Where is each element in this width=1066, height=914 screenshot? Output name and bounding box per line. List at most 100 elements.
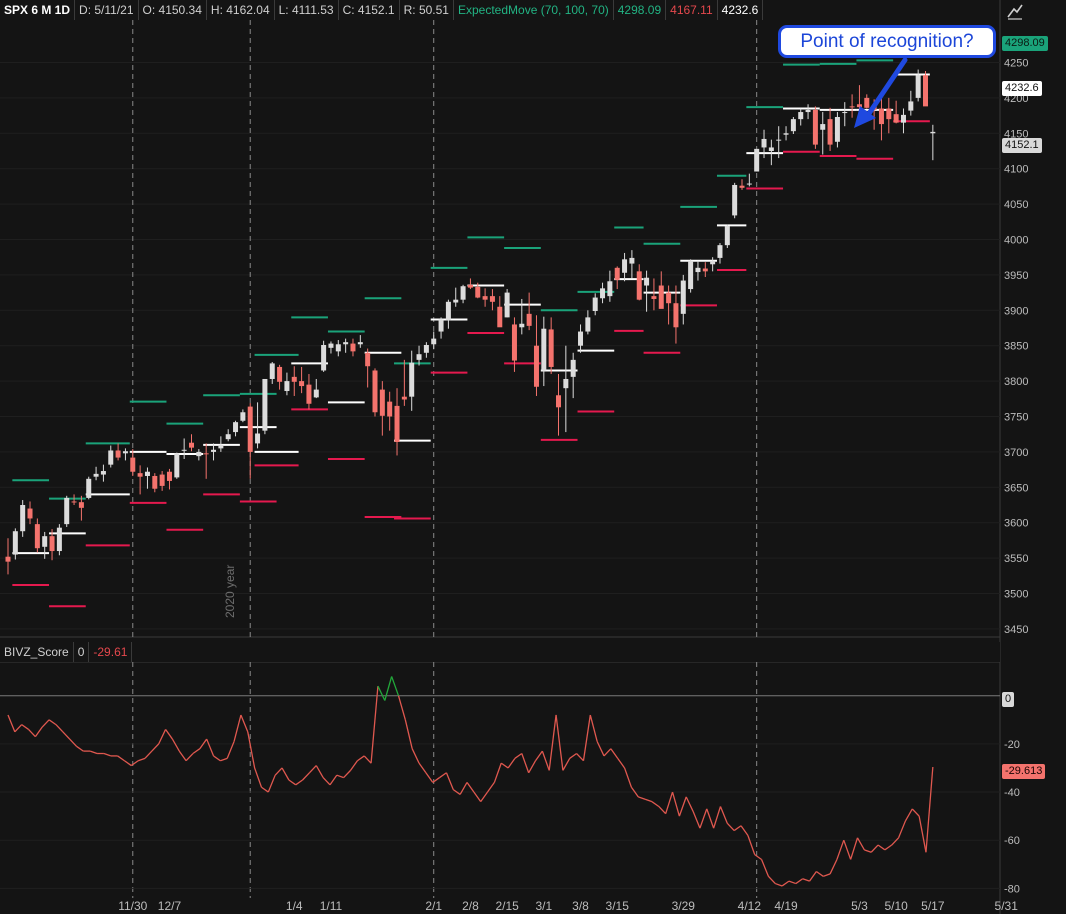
date-tick-label: 5/17 <box>921 899 945 913</box>
score-segment <box>864 849 872 853</box>
score-axis: -20 -40 -60 -80 <box>1004 739 1020 895</box>
year-label: 2020 year <box>223 565 237 618</box>
candle-body <box>563 378 569 389</box>
candle-body <box>754 148 760 172</box>
score-segment <box>487 782 495 793</box>
score-segment <box>850 837 859 860</box>
score-segment <box>459 782 468 795</box>
candle-body <box>284 381 290 392</box>
score-segment <box>802 878 810 882</box>
candle-body <box>166 471 172 481</box>
candle-body <box>379 389 385 416</box>
score-segment <box>795 878 804 885</box>
candle-body <box>849 106 855 108</box>
candle-body <box>467 284 473 288</box>
score-segment <box>665 791 674 814</box>
date-tick-label: 4/19 <box>774 899 798 913</box>
score-segment <box>397 695 406 720</box>
candle-body <box>5 556 11 562</box>
price-gridlines <box>0 0 1001 914</box>
candle-body <box>732 184 738 216</box>
candle-body <box>908 101 914 111</box>
score-segment <box>685 796 694 812</box>
score-study-name[interactable]: BIVZ_Score <box>0 642 74 662</box>
score-segment <box>384 676 393 701</box>
candle-body <box>600 288 606 299</box>
score-segment <box>671 791 680 817</box>
score-segment <box>569 752 577 759</box>
score-segment <box>267 774 276 793</box>
score-segment <box>144 750 153 759</box>
candle-body <box>233 422 239 433</box>
candle-body <box>460 286 466 300</box>
candle-body <box>526 313 532 326</box>
score-segment <box>651 801 660 808</box>
candle-body <box>78 502 84 508</box>
price-chart[interactable]: 3450 3500 3550 3600 3650 3700 3750 3800 3850 3900… <box>0 0 1066 914</box>
score-segment <box>562 758 571 771</box>
score-segment <box>808 871 817 882</box>
score-segment <box>733 825 742 832</box>
candle-body <box>12 531 18 555</box>
date-tick-label: 3/29 <box>672 899 696 913</box>
price-tick-label: 3750 <box>1004 412 1028 424</box>
candle-body <box>328 343 334 348</box>
price-tick-label: 4250 <box>1004 57 1028 69</box>
score-segment <box>528 760 537 774</box>
candle-body <box>431 338 437 345</box>
candle-body <box>409 362 415 397</box>
candle-body <box>357 342 363 345</box>
score-segment <box>206 738 215 757</box>
score-segment <box>171 738 180 752</box>
candle-body <box>519 323 525 328</box>
candle-body <box>578 331 584 346</box>
score-segment <box>315 765 324 778</box>
candle-body <box>115 450 121 458</box>
date-tick-label: 4/12 <box>738 899 762 913</box>
price-tick-label: 3850 <box>1004 341 1028 353</box>
score-segment <box>69 738 77 747</box>
candle-body <box>394 405 400 442</box>
candle-body <box>387 401 393 417</box>
score-value-tag: -29.613 <box>1002 764 1046 779</box>
score-segment <box>151 743 160 752</box>
score-segment <box>48 719 57 726</box>
candle-body <box>746 183 752 185</box>
candle-body <box>350 343 356 352</box>
price-tick-label: 4050 <box>1004 199 1028 211</box>
score-segment <box>302 772 310 781</box>
score-tick-label: -40 <box>1004 787 1020 799</box>
score-segment <box>904 808 913 822</box>
score-panel-header: BIVZ_Score 0 -29.61 <box>0 642 1000 662</box>
candle-body <box>49 536 55 552</box>
score-segment <box>617 757 626 769</box>
price-tick-label: 3950 <box>1004 270 1028 282</box>
candle-body <box>174 453 180 478</box>
date-tick-label: 3/8 <box>572 899 589 913</box>
candle-body <box>423 344 429 353</box>
score-segment <box>843 839 852 860</box>
candle-body <box>137 473 143 477</box>
candle-body <box>622 259 628 273</box>
date-tick-label: 5/31 <box>995 899 1019 913</box>
score-segment <box>192 748 201 755</box>
date-tick-label: 1/4 <box>286 899 303 913</box>
score-segment <box>391 676 400 696</box>
score-segment <box>740 825 749 836</box>
score-segment <box>165 729 173 740</box>
candle-body <box>34 524 40 549</box>
candle-body <box>688 260 694 290</box>
candle-body <box>930 131 936 134</box>
candle-body <box>834 117 840 142</box>
candle-body <box>269 363 275 379</box>
candle-body <box>482 296 488 300</box>
candle-body <box>211 449 217 452</box>
score-segment <box>712 806 722 829</box>
score-segment <box>220 757 228 762</box>
candle-body <box>42 536 48 547</box>
score-segment <box>261 786 269 793</box>
score-segment <box>856 837 865 851</box>
candle-body <box>680 280 686 314</box>
candle-body <box>651 296 657 299</box>
candle-body <box>717 245 723 258</box>
